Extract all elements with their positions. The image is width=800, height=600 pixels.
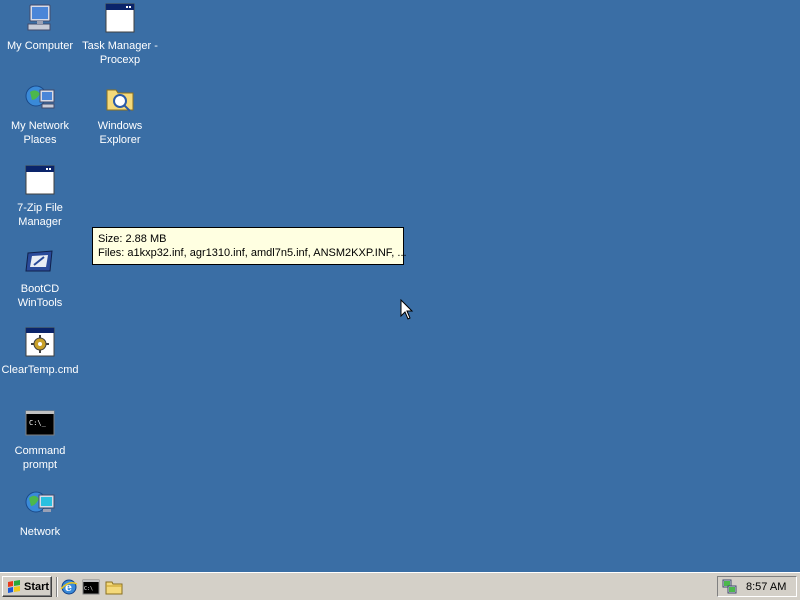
taskbar: Start e C:\ 8:57 AM [0, 572, 800, 600]
desktop-icon-label: My Computer [6, 40, 74, 52]
desktop-icon-task-manager[interactable]: Task Manager - Procexp [80, 2, 160, 67]
quick-launch-separator [56, 577, 58, 597]
desktop: My Computer Task Manager - Procexp My Ne… [0, 0, 800, 572]
desktop-icon-label: My Network Places [10, 120, 70, 146]
command-prompt-icon: C:\_ [24, 407, 56, 439]
start-button[interactable]: Start [2, 576, 52, 597]
desktop-icon-my-computer[interactable]: My Computer [0, 2, 80, 53]
desktop-icon-my-network-places[interactable]: My Network Places [0, 82, 80, 147]
start-button-label: Start [24, 580, 50, 593]
network-tray-icon[interactable] [722, 579, 738, 595]
tooltip-size-line: Size: 2.88 MB [98, 233, 167, 245]
cmd-icon[interactable]: C:\ [82, 578, 100, 596]
network-globe-icon [24, 488, 56, 520]
tooltip-files-line: Files: a1kxp32.inf, agr1310.inf, amdl7n5… [98, 247, 407, 259]
system-tray: 8:57 AM [717, 576, 797, 597]
batch-gear-icon [24, 326, 56, 358]
desktop-icon-network[interactable]: Network [0, 488, 80, 539]
windows-logo-icon [6, 579, 22, 594]
desktop-icon-bootcd-wintools[interactable]: BootCD WinTools [0, 245, 80, 310]
desktop-icon-label: Command prompt [14, 445, 66, 471]
folder-icon[interactable] [105, 578, 123, 596]
desktop-icon-cleartemp-cmd[interactable]: ClearTemp.cmd [0, 326, 80, 377]
desktop-icon-windows-explorer[interactable]: Windows Explorer [80, 82, 160, 147]
ie-icon[interactable]: e [60, 578, 78, 596]
desktop-icon-command-prompt[interactable]: C:\_ Command prompt [0, 407, 80, 472]
desktop-icon-label: Network [19, 526, 61, 538]
clock[interactable]: 8:57 AM [746, 581, 786, 593]
wintools-icon [24, 245, 56, 277]
desktop-icon-label: Windows Explorer [97, 120, 143, 146]
desktop-icon-label: 7-Zip File Manager [17, 202, 63, 228]
window-icon [24, 164, 56, 196]
desktop-icon-label: Task Manager - Procexp [82, 40, 158, 66]
desktop-icon-label: BootCD WinTools [17, 283, 63, 309]
mouse-cursor-icon [400, 298, 414, 321]
my-computer-icon [24, 2, 56, 34]
window-icon [104, 2, 136, 34]
svg-text:C:\: C:\ [84, 586, 93, 592]
desktop-icon-label: ClearTemp.cmd [1, 364, 79, 376]
network-places-icon [24, 82, 56, 114]
explorer-folder-icon [104, 82, 136, 114]
file-info-tooltip: Size: 2.88 MB Files: a1kxp32.inf, agr131… [92, 227, 407, 265]
svg-text:C:\_: C:\_ [29, 419, 47, 427]
desktop-icon-7zip-file-manager[interactable]: 7-Zip File Manager [0, 164, 80, 229]
